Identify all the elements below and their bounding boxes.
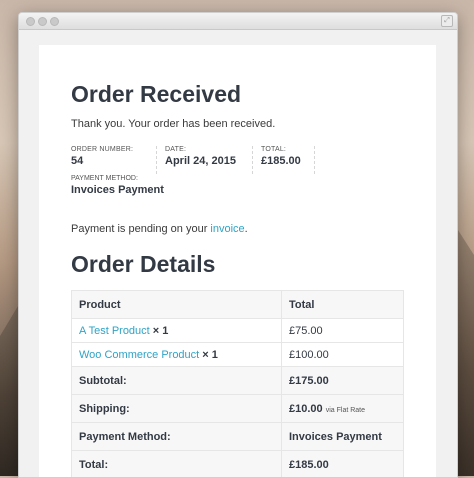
- payment-method-label: PAYMENT METHOD:: [71, 175, 164, 182]
- product-link[interactable]: A Test Product: [79, 325, 150, 337]
- shipping-value-cell: £10.00 via Flat Rate: [282, 395, 404, 423]
- product-quantity: × 1: [153, 325, 169, 337]
- pending-suffix: .: [245, 223, 248, 235]
- close-window-button[interactable]: [26, 17, 35, 26]
- total-column-header: Total: [282, 291, 404, 319]
- shipping-row: Shipping: £10.00 via Flat Rate: [72, 395, 404, 423]
- order-number-label: ORDER NUMBER:: [71, 146, 133, 153]
- order-date-label: DATE:: [165, 146, 236, 153]
- payment-method: PAYMENT METHOD: Invoices Payment: [71, 175, 164, 196]
- line-total: £100.00: [282, 343, 404, 367]
- payment-pending-notice: Payment is pending on your invoice.: [71, 223, 248, 235]
- invoice-link[interactable]: invoice: [210, 223, 244, 235]
- payment-method-row-value: Invoices Payment: [282, 423, 404, 451]
- shipping-label: Shipping:: [72, 395, 282, 423]
- divider: [252, 146, 253, 174]
- order-details-heading: Order Details: [71, 251, 215, 278]
- page-title: Order Received: [71, 81, 241, 108]
- order-date-value: April 24, 2015: [165, 155, 236, 167]
- product-column-header: Product: [72, 291, 282, 319]
- thank-you-message: Thank you. Your order has been received.: [71, 118, 275, 130]
- order-total-label: TOTAL:: [261, 146, 301, 153]
- subtotal-row: Subtotal: £175.00: [72, 367, 404, 395]
- table-header-row: Product Total: [72, 291, 404, 319]
- line-total: £75.00: [282, 319, 404, 343]
- pending-text: Payment is pending on your: [71, 223, 210, 235]
- product-quantity: × 1: [202, 349, 218, 361]
- product-cell: A Test Product × 1: [72, 319, 282, 343]
- total-value: £185.00: [282, 451, 404, 478]
- shipping-method-note: via Flat Rate: [326, 407, 365, 414]
- browser-window: ⤢ Order Received Thank you. Your order h…: [18, 12, 458, 478]
- total-label: Total:: [72, 451, 282, 478]
- payment-method-row-label: Payment Method:: [72, 423, 282, 451]
- subtotal-value: £175.00: [282, 367, 404, 395]
- divider: [314, 146, 315, 174]
- order-details-table: Product Total A Test Product × 1 £75.00 …: [71, 290, 404, 478]
- order-number-value: 54: [71, 155, 133, 167]
- minimize-window-button[interactable]: [38, 17, 47, 26]
- zoom-window-button[interactable]: [50, 17, 59, 26]
- total-row: Total: £185.00: [72, 451, 404, 478]
- order-number: ORDER NUMBER: 54: [71, 146, 133, 172]
- order-total: TOTAL: £185.00: [261, 146, 301, 172]
- table-row: A Test Product × 1 £75.00: [72, 319, 404, 343]
- order-received-page: Order Received Thank you. Your order has…: [39, 45, 436, 478]
- order-date: DATE: April 24, 2015: [165, 146, 236, 172]
- payment-method-row: Payment Method: Invoices Payment: [72, 423, 404, 451]
- table-row: Woo Commerce Product × 1 £100.00: [72, 343, 404, 367]
- product-cell: Woo Commerce Product × 1: [72, 343, 282, 367]
- subtotal-label: Subtotal:: [72, 367, 282, 395]
- fullscreen-icon[interactable]: ⤢: [441, 15, 453, 27]
- product-link[interactable]: Woo Commerce Product: [79, 349, 199, 361]
- shipping-value: £10.00: [289, 403, 323, 415]
- divider: [156, 146, 157, 174]
- window-titlebar: ⤢: [19, 13, 457, 30]
- payment-method-value: Invoices Payment: [71, 184, 164, 196]
- order-total-value: £185.00: [261, 155, 301, 167]
